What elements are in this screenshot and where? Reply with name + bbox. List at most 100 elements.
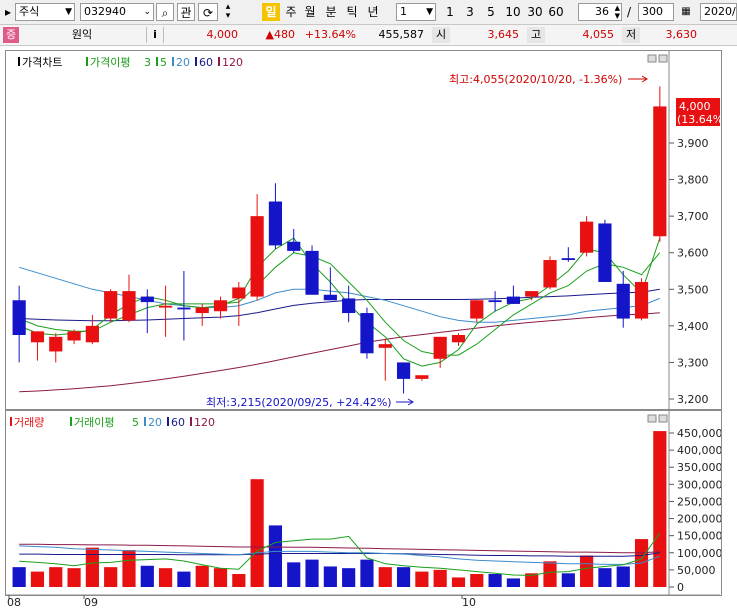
chevron-down-icon: ⌄: [143, 7, 151, 17]
price-legend-ma3: 3: [144, 56, 151, 69]
volume-legend-ma60: 60: [171, 416, 185, 429]
period-minute-tab[interactable]: 분: [323, 3, 339, 21]
date-axis: 08 09 10: [5, 594, 720, 608]
candle-body: [342, 298, 356, 314]
interval-5-button[interactable]: 5: [484, 3, 498, 21]
volume-bar: [49, 567, 63, 587]
volume-y-tick-label: 200,000: [677, 513, 721, 526]
maximize-icon[interactable]: [658, 414, 668, 423]
info-button[interactable]: i: [146, 27, 164, 43]
candle-body: [634, 281, 649, 319]
volume-chart-panel[interactable]: 450,000 400,000 350,000 300,000 250,000 200,0…: [5, 410, 722, 596]
candle-body: [67, 331, 81, 341]
period-day-tab[interactable]: 일: [262, 3, 280, 21]
chevron-down-icon: ▼: [65, 7, 72, 17]
volume-bar: [580, 555, 594, 587]
volume-bar: [561, 573, 575, 587]
period-tick-tab[interactable]: 틱: [344, 3, 360, 21]
volume-legend-ma: 거래이평: [74, 416, 114, 429]
spinner-icon[interactable]: ▴ ▾: [220, 3, 236, 21]
volume-chart: 450,000 400,000 350,000 300,000 250,000 200,0…: [10, 411, 721, 595]
volume-bar: [104, 567, 118, 587]
price-y-tick-label: 3,500: [677, 283, 709, 296]
period-month-tab[interactable]: 월: [302, 3, 318, 21]
interval-60-button[interactable]: 60: [546, 3, 566, 21]
stock-code-input[interactable]: 032940 ⌄: [80, 3, 154, 21]
interval-1-button[interactable]: 1: [443, 3, 457, 21]
volume-bar: [598, 568, 612, 587]
volume-bar: [195, 565, 209, 587]
volume-bar: [342, 568, 356, 587]
volume-bar: [378, 567, 392, 587]
period-year-tab[interactable]: 년: [365, 3, 381, 21]
chart-toolbar: ▸ 주식 ▼ 032940 ⌄ ⌕ 관 ⟳ ▴ ▾ 일 주 월 분 틱 년 1 ▼…: [0, 0, 737, 25]
spinner-icon: ▲ ▼: [614, 4, 620, 20]
volume-legend-ma5: 5: [132, 416, 139, 429]
volume-bar: [396, 567, 411, 587]
candle-body: [49, 336, 63, 352]
candle-body: [598, 223, 612, 282]
volume-bar: [543, 561, 557, 587]
price-ma120-line: [19, 312, 660, 393]
volume-y-tick-label: 150,000: [677, 530, 721, 543]
candle-body: [580, 221, 594, 253]
bar-count-input[interactable]: 36 ▲ ▼: [578, 3, 622, 21]
candle-body: [396, 362, 411, 379]
interval-10-button[interactable]: 10: [503, 3, 523, 21]
current-price-tag-value: 4,000: [679, 100, 711, 113]
candle-body: [195, 307, 209, 314]
volume-vma120-line: [19, 543, 660, 554]
price-y-tick-label: 3,200: [677, 393, 709, 406]
volume-y-tick-label: 400,000: [677, 444, 721, 457]
price-legend-title: 가격차트: [22, 56, 62, 69]
market-select[interactable]: 주식 ▼: [15, 3, 75, 21]
x-label-08: 08: [7, 596, 21, 608]
volume-bar: [30, 571, 45, 587]
volume-bar: [415, 571, 429, 587]
minimize-icon[interactable]: [647, 414, 657, 423]
volume-y-tick-label: 350,000: [677, 461, 721, 474]
volume-bar: [433, 569, 447, 587]
candle-body: [543, 260, 557, 288]
low-annotation: 최저:3,215(2020/09/25, +24.42%): [206, 396, 392, 409]
price-y-tick-label: 3,600: [677, 247, 709, 260]
interval-select[interactable]: 1 ▼: [396, 3, 436, 21]
candle-body: [250, 216, 264, 297]
interval-30-button[interactable]: 30: [525, 3, 545, 21]
maximize-icon[interactable]: [658, 54, 668, 63]
volume-bar: [470, 573, 484, 587]
x-label-10: 10: [462, 596, 476, 608]
volume-bar: [159, 568, 173, 587]
low-price: 3,630: [665, 28, 698, 41]
related-button[interactable]: 관: [177, 3, 195, 21]
refresh-icon[interactable]: ⟳: [198, 3, 218, 21]
price-y-tick-label: 3,400: [677, 320, 709, 333]
minimize-icon[interactable]: [647, 54, 657, 63]
candle-body: [506, 296, 520, 304]
nav-first-icon[interactable]: ▸: [2, 3, 14, 21]
volume-bar: [232, 573, 246, 587]
price-legend-ma20: 20: [176, 56, 190, 69]
volume-y-tick-label: 250,000: [677, 495, 721, 508]
price-y-tick-label: 3,800: [677, 174, 709, 187]
volume-bar: [140, 565, 154, 587]
stock-code-value: 032940: [84, 5, 126, 18]
date-input[interactable]: 2020/: [700, 3, 737, 21]
price-y-tick-label: 3,300: [677, 356, 709, 369]
candle-body: [323, 294, 337, 301]
search-icon[interactable]: ⌕: [156, 3, 174, 21]
high-price: 4,055: [582, 28, 615, 41]
grid-icon[interactable]: ▦: [677, 3, 695, 21]
period-week-tab[interactable]: 주: [283, 3, 299, 21]
chevron-down-icon: ▼: [426, 7, 433, 17]
volume-bar: [451, 577, 466, 587]
price-legend-ma: 가격이평: [90, 56, 130, 69]
candle-body: [213, 300, 228, 312]
date-value: 2020/: [704, 5, 736, 18]
interval-3-button[interactable]: 3: [463, 3, 477, 21]
candle-body: [268, 201, 283, 246]
total-count-input[interactable]: 300: [638, 3, 674, 21]
price-chart-panel[interactable]: 3,900 3,800 3,700 3,600 3,500 3,400 3,300 3,200…: [5, 50, 722, 410]
volume-bar: [360, 559, 374, 587]
volume-bar: [177, 571, 191, 587]
